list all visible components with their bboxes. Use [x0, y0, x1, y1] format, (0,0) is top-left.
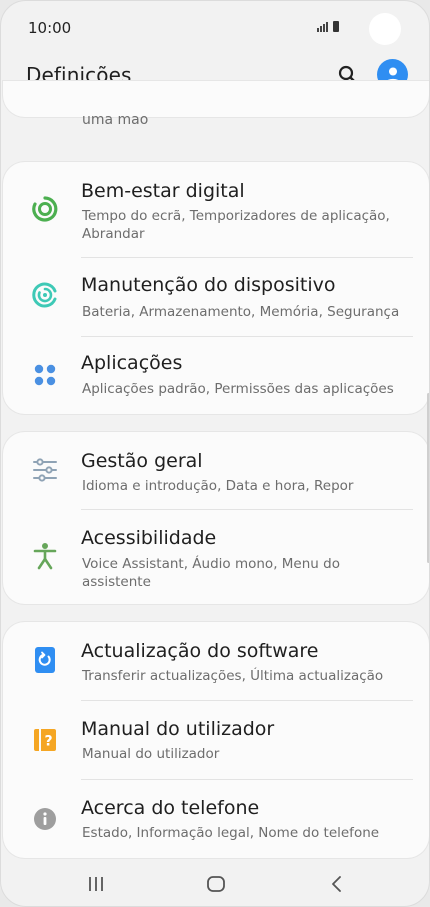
settings-item-accessibility[interactable]: Acessibilidade Voice Assistant, Áudio mo…	[3, 510, 429, 604]
item-subtitle: Manual do utilizador	[82, 746, 220, 762]
settings-item-software-update[interactable]: Actualização do software Transferir actu…	[3, 622, 429, 700]
partial-item-subtitle: uma mao	[82, 112, 149, 128]
settings-group-1: Bem-estar digital Tempo do ecrã, Tempori…	[3, 162, 429, 414]
home-icon	[207, 876, 225, 892]
status-icons	[317, 21, 339, 32]
item-subtitle: Voice Assistant, Áudio mono, Menu do ass…	[82, 556, 340, 590]
status-time: 10:00	[28, 19, 72, 37]
svg-text:?: ?	[44, 734, 52, 750]
settings-group-partial[interactable]: uma mao	[3, 81, 429, 128]
settings-group-2: Gestão geral Idioma e introdução, Data e…	[3, 432, 429, 604]
sliders-icon	[31, 456, 59, 484]
recents-button[interactable]	[76, 869, 116, 899]
settings-item-digital-wellbeing[interactable]: Bem-estar digital Tempo do ecrã, Tempori…	[3, 162, 429, 257]
status-bar: 10:00	[1, 1, 429, 51]
item-title: Acerca do telefone	[81, 797, 260, 819]
item-subtitle: Aplicações padrão, Permissões das aplica…	[82, 381, 394, 397]
camera-cutout	[369, 13, 401, 45]
settings-group-3: Actualização do software Transferir actu…	[3, 622, 429, 858]
info-icon	[31, 805, 59, 833]
item-title: Manutenção do dispositivo	[81, 274, 336, 296]
item-title: Manual do utilizador	[81, 718, 275, 740]
back-icon	[332, 876, 341, 892]
settings-item-general-management[interactable]: Gestão geral Idioma e introdução, Data e…	[3, 432, 429, 509]
user-manual-icon: ?	[31, 726, 59, 754]
item-title: Bem-estar digital	[81, 180, 245, 202]
navigation-bar	[1, 859, 429, 906]
settings-item-user-manual[interactable]: ? Manual do utilizador Manual do utiliza…	[3, 701, 429, 779]
apps-icon	[31, 361, 59, 389]
item-title: Aplicações	[81, 352, 183, 374]
item-title: Gestão geral	[81, 450, 203, 472]
settings-item-about-phone[interactable]: Acerca do telefone Estado, Informação le…	[3, 780, 429, 858]
digital-wellbeing-icon	[31, 195, 59, 223]
item-subtitle: Estado, Informação legal, Nome do telefo…	[82, 825, 380, 841]
item-subtitle: Transferir actualizações, Última actuali…	[82, 668, 384, 684]
software-update-icon	[31, 646, 59, 674]
recents-icon	[89, 877, 103, 891]
device-care-icon	[31, 281, 59, 309]
signal-icon	[317, 21, 328, 32]
back-button[interactable]	[317, 869, 357, 899]
item-title: Acessibilidade	[81, 527, 217, 549]
settings-item-apps[interactable]: Aplicações Aplicações padrão, Permissões…	[3, 337, 429, 414]
item-subtitle: Tempo do ecrã, Temporizadores de aplicaç…	[82, 208, 390, 242]
item-subtitle: Bateria, Armazenamento, Memória, Seguran…	[82, 304, 400, 320]
item-subtitle: Idioma e introdução, Data e hora, Repor	[82, 478, 354, 494]
settings-screen: 10:00 Definições uma mao Bem-estar digit…	[0, 0, 430, 907]
home-button[interactable]	[196, 869, 236, 899]
accessibility-icon	[31, 542, 59, 570]
item-title: Actualização do software	[81, 640, 319, 662]
settings-item-device-care[interactable]: Manutenção do dispositivo Bateria, Armaz…	[3, 258, 429, 336]
battery-icon	[333, 21, 339, 32]
